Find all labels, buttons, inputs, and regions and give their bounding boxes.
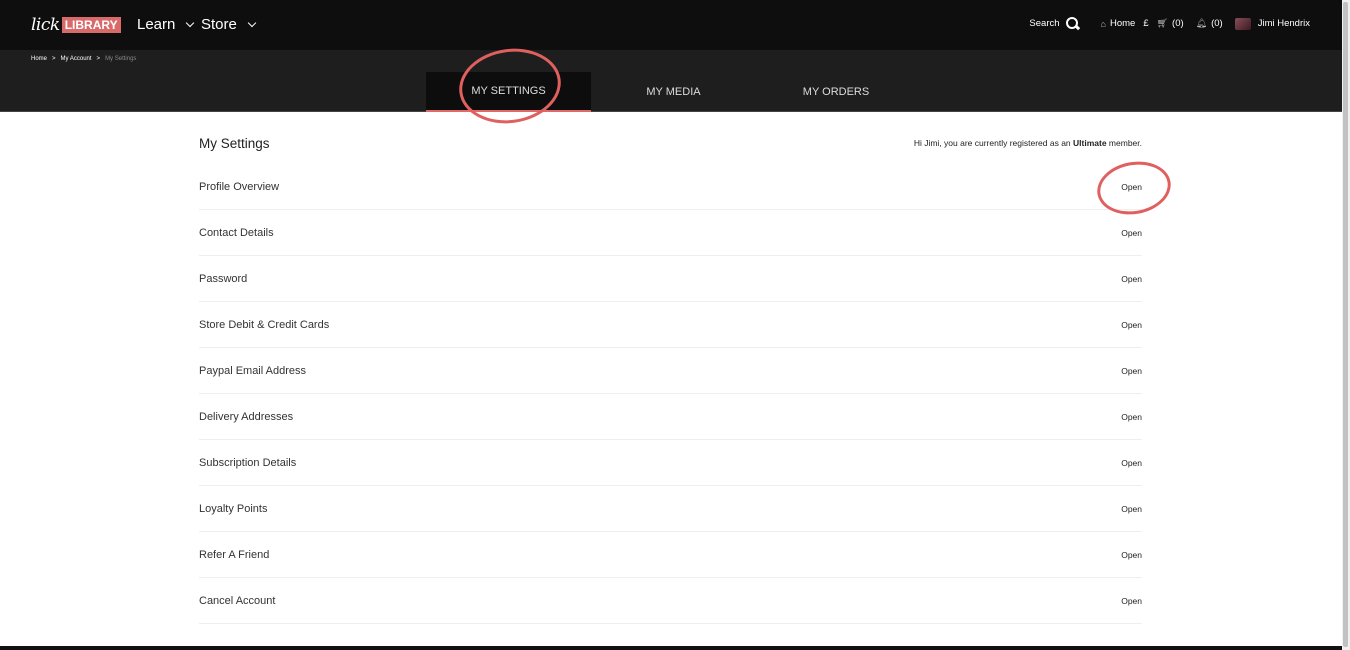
settings-row[interactable]: Password Open (199, 256, 1142, 302)
nav-learn-label: Learn (137, 16, 176, 33)
tab-my-orders[interactable]: MY ORDERS (756, 72, 916, 112)
page-title: My Settings (199, 135, 270, 151)
settings-row[interactable]: Refer A Friend Open (199, 532, 1142, 578)
tab-my-media[interactable]: MY MEDIA (591, 72, 756, 112)
search-label: Search (1029, 18, 1060, 29)
settings-row-label: Profile Overview (199, 180, 280, 193)
nav-store[interactable]: Store (201, 16, 257, 33)
settings-list: Profile Overview Open Contact Details Open P… (199, 164, 1142, 624)
footer-strip (0, 646, 1342, 650)
settings-panel: My Settings Hi Jimi, you are currently r… (199, 112, 1142, 624)
settings-row[interactable]: Store Debit & Credit Cards Open (199, 302, 1142, 348)
search-button[interactable]: Search (1029, 17, 1078, 30)
settings-row-label: Store Debit & Credit Cards (199, 318, 330, 331)
breadcrumb: Home > My Account > My Settings (31, 56, 136, 62)
header-tools: Search ⌂ Home £ 🛒︎ (0) 🔔︎ (0) Jimi Hendr… (1021, 17, 1310, 30)
settings-row-label: Subscription Details (199, 456, 297, 469)
open-link[interactable]: Open (1121, 274, 1142, 284)
open-link[interactable]: Open (1121, 320, 1142, 330)
user-name: Jimi Hendrix (1257, 18, 1310, 29)
membership-level: Ultimate (1073, 138, 1107, 148)
nav-learn[interactable]: Learn (137, 16, 195, 33)
currency-label: £ (1143, 18, 1149, 29)
settings-row-label: Paypal Email Address (199, 364, 306, 377)
breadcrumb-current: My Settings (105, 56, 137, 62)
chevron-down-icon (186, 18, 195, 28)
user-menu[interactable]: Jimi Hendrix (1234, 17, 1310, 30)
cart-icon: 🛒︎ (1156, 18, 1169, 28)
open-link[interactable]: Open (1121, 228, 1142, 238)
home-label: Home (1109, 18, 1136, 29)
open-link[interactable]: Open (1121, 182, 1142, 192)
settings-row-label: Delivery Addresses (199, 410, 294, 423)
settings-row[interactable]: Contact Details Open (199, 210, 1142, 256)
account-subbar: Home > My Account > My Settings MY SETTI… (0, 50, 1342, 112)
avatar (1234, 17, 1251, 30)
breadcrumb-my-account[interactable]: My Account (61, 56, 92, 62)
bell-icon: 🔔︎ (1195, 18, 1208, 28)
home-link[interactable]: ⌂ Home (1101, 18, 1136, 29)
open-link[interactable]: Open (1121, 550, 1142, 560)
top-navbar: lick LIBRARY Learn Store Search ⌂ Home £ (0, 0, 1342, 50)
breadcrumb-separator: > (96, 56, 101, 62)
breadcrumb-separator: > (52, 56, 56, 62)
breadcrumb-home[interactable]: Home (31, 56, 47, 62)
settings-row[interactable]: Paypal Email Address Open (199, 348, 1142, 394)
settings-row-label: Refer A Friend (199, 548, 270, 561)
open-link[interactable]: Open (1121, 458, 1142, 468)
nav-store-label: Store (201, 16, 237, 33)
settings-row-label: Cancel Account (199, 594, 276, 607)
open-link[interactable]: Open (1121, 504, 1142, 514)
greeting-prefix: Hi Jimi, you are currently registered as… (913, 138, 1074, 148)
cart-count: (0) (1172, 18, 1184, 29)
settings-row[interactable]: Subscription Details Open (199, 440, 1142, 486)
currency-selector[interactable]: £ (1143, 18, 1148, 29)
chevron-down-icon (247, 18, 257, 28)
settings-header: My Settings Hi Jimi, you are currently r… (199, 112, 1142, 164)
scrollbar[interactable] (1342, 0, 1350, 650)
scrollbar-thumb[interactable] (1343, 2, 1348, 647)
membership-greeting: Hi Jimi, you are currently registered as… (914, 138, 1142, 148)
greeting-suffix: member. (1106, 138, 1142, 148)
page: lick LIBRARY Learn Store Search ⌂ Home £ (0, 0, 1342, 650)
home-icon: ⌂ (1100, 18, 1106, 29)
open-link[interactable]: Open (1121, 366, 1142, 376)
logo-lick-text: lick (31, 15, 60, 35)
settings-row[interactable]: Loyalty Points Open (199, 486, 1142, 532)
settings-row-label: Loyalty Points (199, 502, 268, 515)
search-icon (1065, 17, 1079, 30)
open-link[interactable]: Open (1121, 596, 1142, 606)
account-tabs: MY SETTINGS MY MEDIA MY ORDERS (426, 72, 916, 112)
settings-row-label: Contact Details (199, 226, 274, 239)
cart-link[interactable]: 🛒︎ (0) (1157, 18, 1184, 29)
notifications-link[interactable]: 🔔︎ (0) (1196, 18, 1223, 29)
settings-row[interactable]: Profile Overview Open (199, 164, 1142, 210)
logo-library-text: LIBRARY (61, 17, 121, 33)
notifications-count: (0) (1211, 18, 1223, 29)
tab-my-settings[interactable]: MY SETTINGS (426, 72, 591, 112)
settings-row-label: Password (199, 272, 248, 285)
settings-row[interactable]: Cancel Account Open (199, 578, 1142, 624)
lick-library-logo[interactable]: lick LIBRARY (31, 16, 121, 34)
settings-row[interactable]: Delivery Addresses Open (199, 394, 1142, 440)
open-link[interactable]: Open (1121, 412, 1142, 422)
